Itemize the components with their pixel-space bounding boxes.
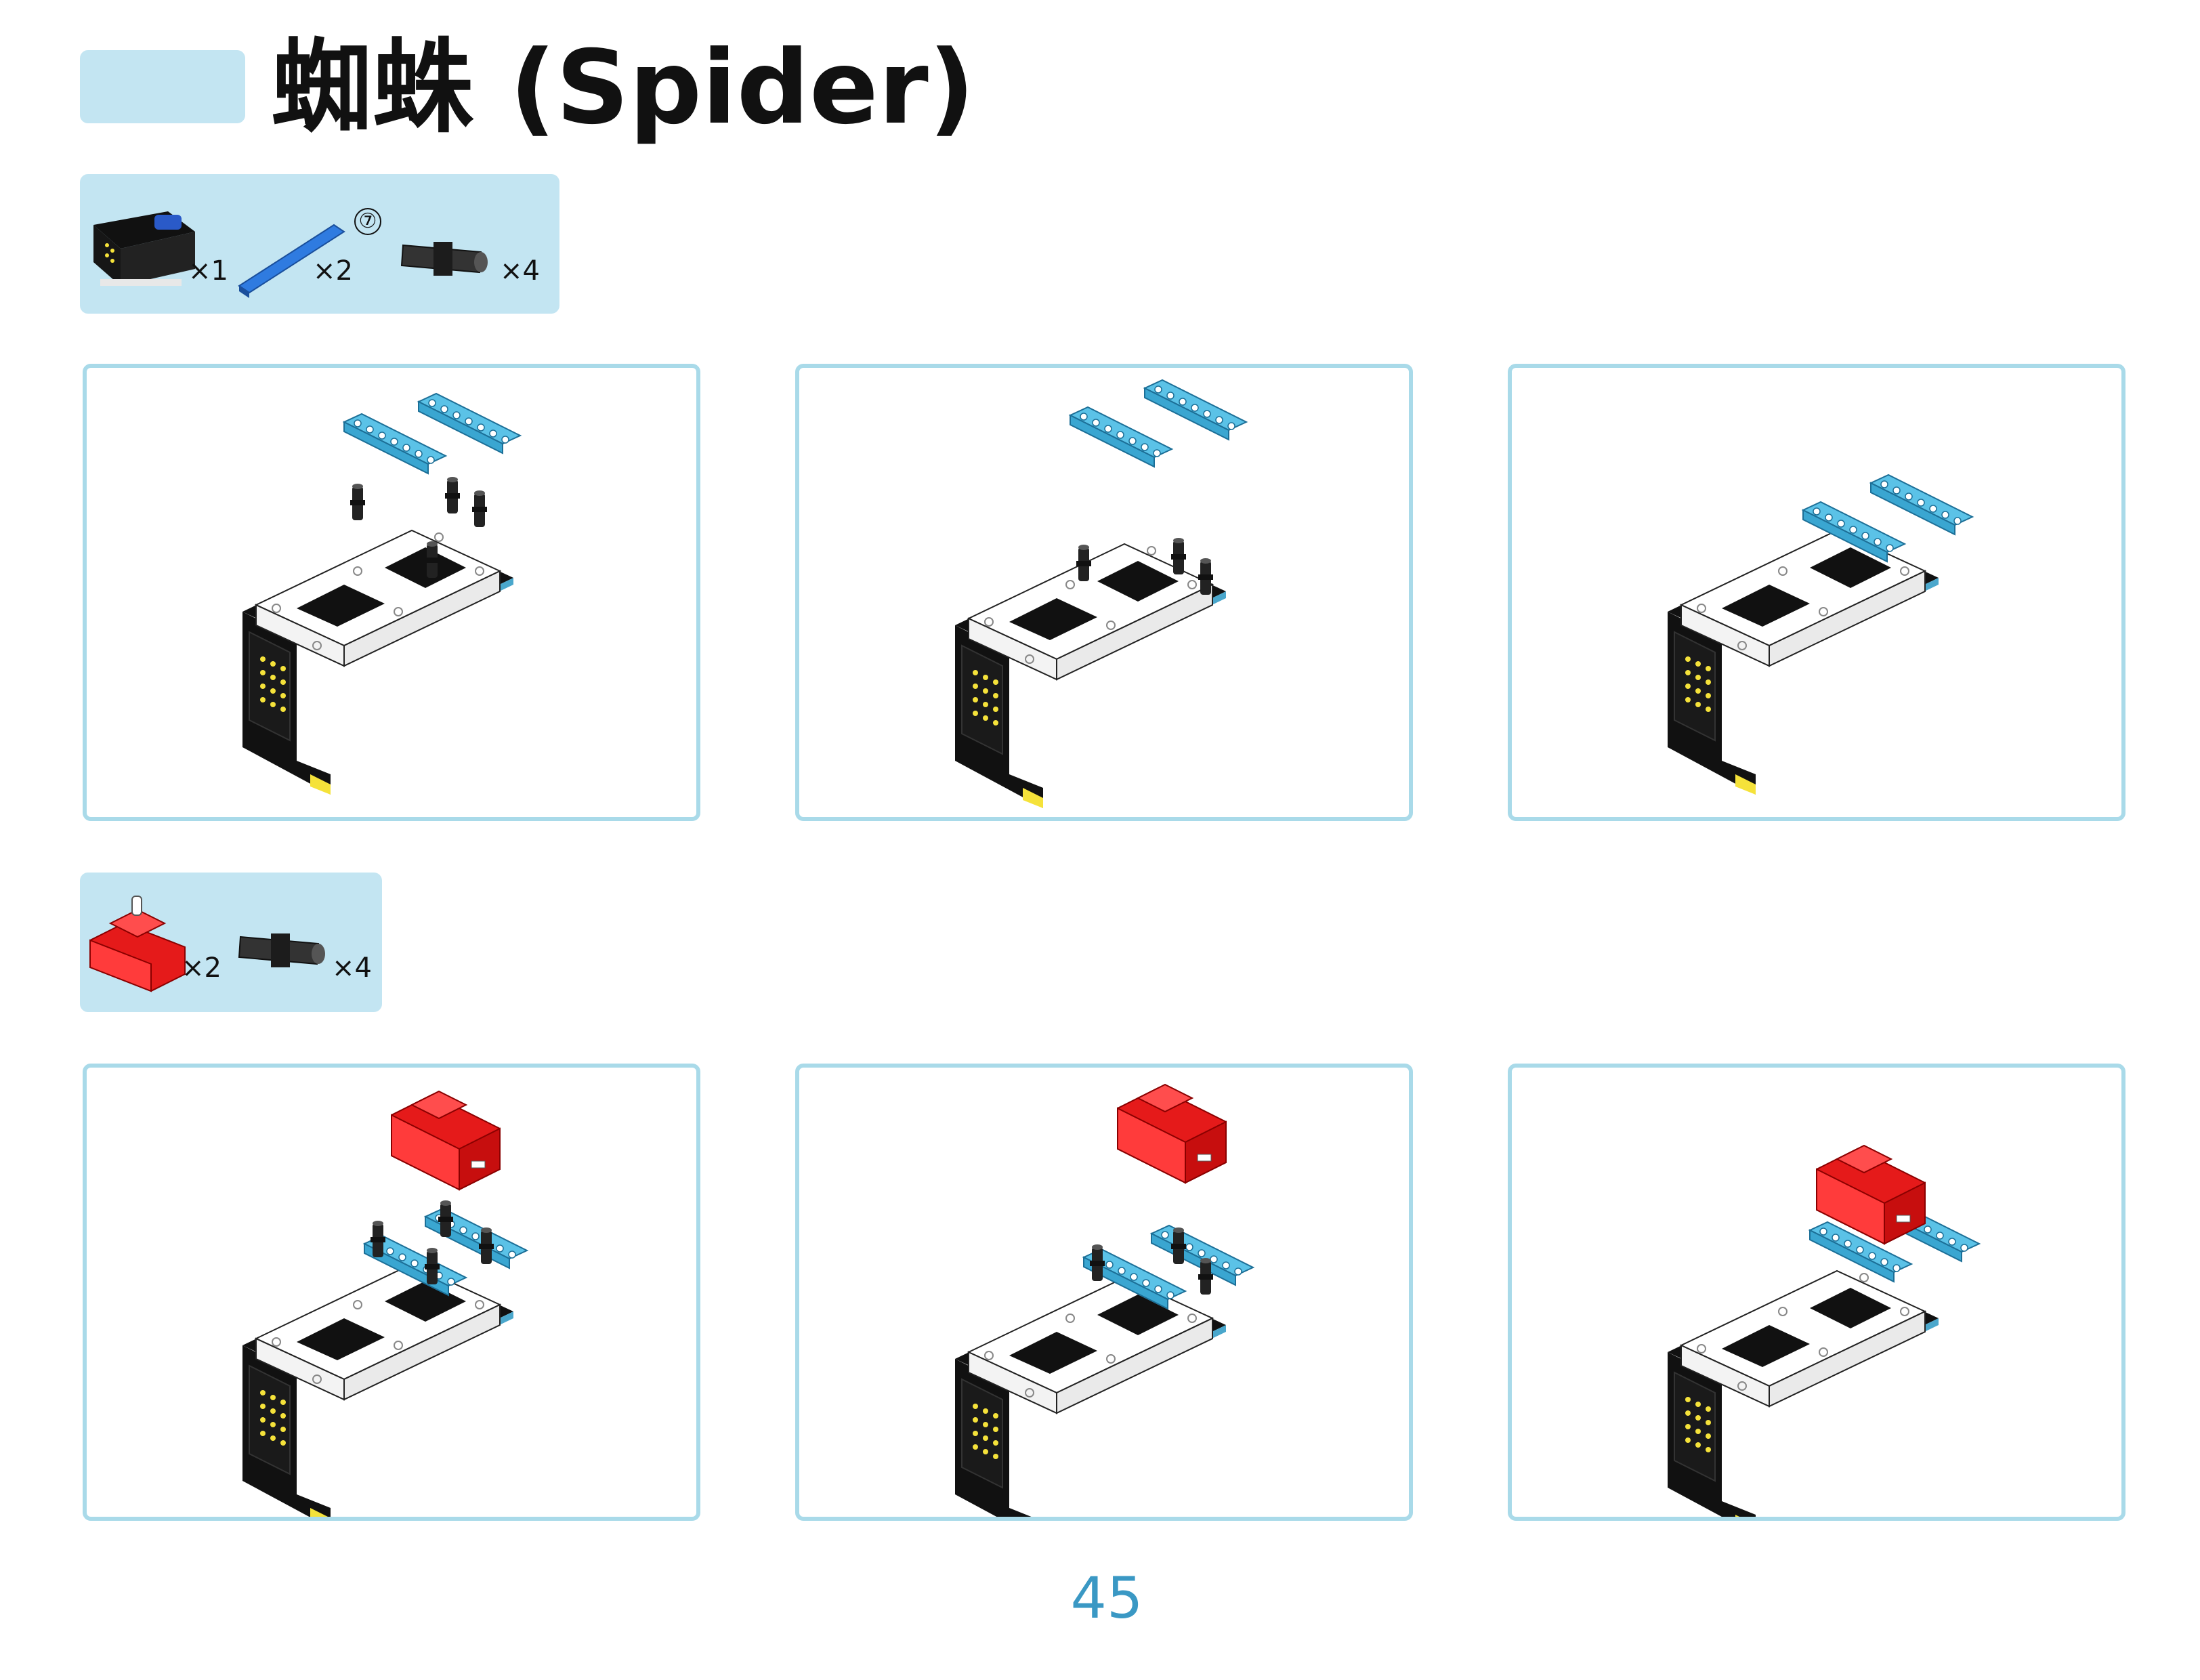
black-pin-icon [400,242,488,276]
step-3-panel [1508,364,2125,821]
beam-length-note: ⑦ [354,208,381,235]
qty-beam: ×2 [313,255,353,287]
black-pin-icon [238,933,325,967]
qty-pin: ×4 [500,255,540,287]
parts-list-1: ×1 ⑦ ×2 ×4 [80,174,559,314]
qty-board: ×1 [188,255,228,287]
step-2-beams-above-pins [954,379,1247,809]
step-4-panel [83,1064,700,1521]
microbit-expansion-board-icon [93,211,195,286]
title-tab [80,50,245,123]
step-1-beams-pins-exploded [242,393,521,795]
step-6-panel [1508,1064,2125,1521]
qty-pin-2: ×4 [332,952,372,984]
step-4-servo-pins-exploded [242,1091,528,1517]
step-1-panel [83,364,700,821]
red-servo-icon [89,896,186,992]
step-5-servo-above [954,1084,1254,1517]
step-2-panel [795,364,1413,821]
step-5-panel [795,1064,1413,1521]
page-number: 45 [1070,1565,1143,1631]
step-6-servo-attached [1667,1145,1980,1517]
qty-servo: ×2 [182,952,221,984]
parts-list-2: ×2 ×4 [80,873,382,1012]
step-3-beams-attached [1667,474,1973,795]
page-title: 蜘蛛 (Spider) [271,29,975,147]
